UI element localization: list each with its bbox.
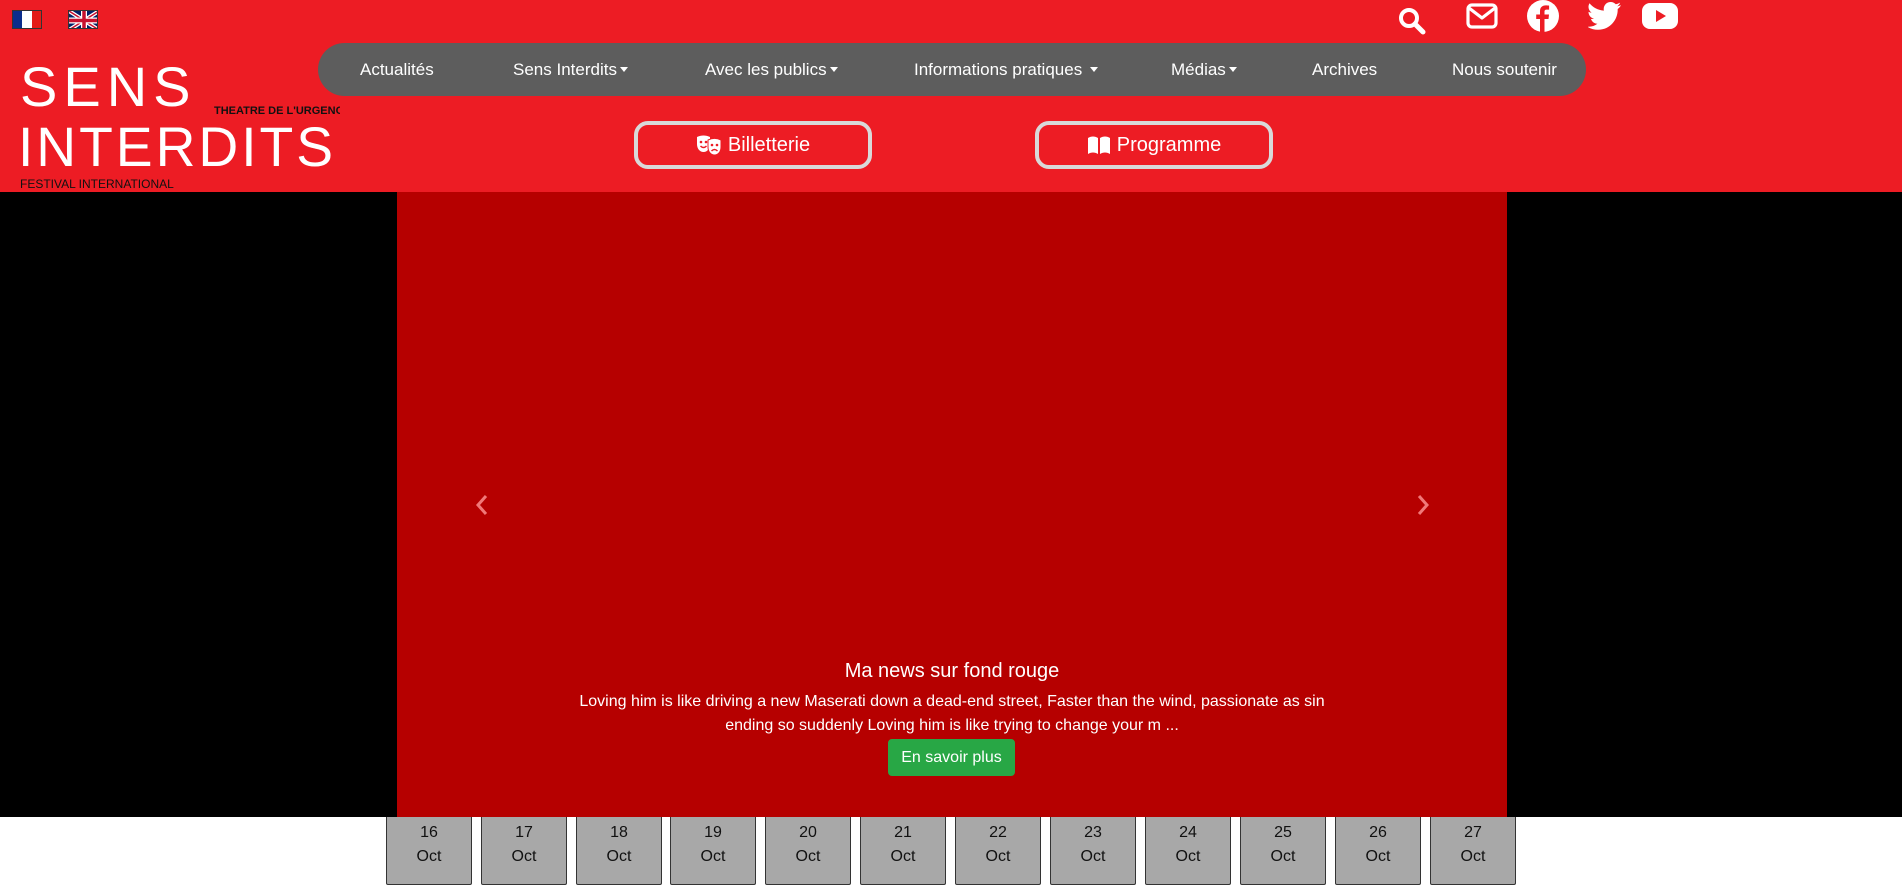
program-button[interactable]: Programme	[1035, 121, 1273, 169]
youtube-icon[interactable]	[1642, 2, 1678, 35]
program-button-label: Programme	[1116, 133, 1222, 156]
facebook-icon[interactable]	[1527, 0, 1559, 37]
date-tab[interactable]: 19 Oct	[670, 817, 756, 885]
date-tab[interactable]: 24 Oct	[1145, 817, 1231, 885]
logo-subline: FESTIVAL INTERNATIONAL	[20, 177, 174, 190]
caret-down-icon	[1089, 67, 1098, 72]
site-logo[interactable]: SENS THEATRE DE L'URGENCE INTERDITS FEST…	[18, 55, 351, 191]
date-tab[interactable]: 22 Oct	[955, 817, 1041, 885]
caret-down-icon	[1228, 67, 1237, 72]
search-icon[interactable]	[1397, 6, 1427, 41]
main-nav: Actualités Sens Interdits Avec les publi…	[318, 43, 1586, 96]
caret-down-icon	[619, 67, 628, 72]
nav-item-medias[interactable]: Médias	[1171, 43, 1237, 96]
caret-down-icon	[829, 67, 838, 72]
date-tab[interactable]: 23 Oct	[1050, 817, 1136, 885]
tickets-button-label: Billetterie	[727, 133, 811, 156]
chevron-left-icon[interactable]	[470, 490, 494, 520]
date-tab[interactable]: 26 Oct	[1335, 817, 1421, 885]
date-tab[interactable]: 17 Oct	[481, 817, 567, 885]
nav-item-actualites[interactable]: Actualités	[360, 43, 434, 96]
read-more-button[interactable]: En savoir plus	[888, 739, 1015, 776]
nav-item-nous-soutenir[interactable]: Nous soutenir	[1452, 43, 1557, 96]
date-tab[interactable]: 27 Oct	[1430, 817, 1516, 885]
nav-item-sens-interdits[interactable]: Sens Interdits	[513, 43, 628, 96]
nav-item-informations-pratiques[interactable]: Informations pratiques	[914, 43, 1098, 96]
envelope-icon[interactable]	[1466, 2, 1498, 35]
date-tab[interactable]: 20 Oct	[765, 817, 851, 885]
site-header: SENS THEATRE DE L'URGENCE INTERDITS FEST…	[0, 0, 1902, 192]
theater-masks-icon	[696, 135, 722, 155]
nav-item-archives[interactable]: Archives	[1312, 43, 1377, 96]
tickets-button[interactable]: Billetterie	[634, 121, 872, 169]
flag-uk-icon[interactable]	[68, 10, 98, 29]
logo-line2: INTERDITS	[18, 115, 336, 178]
logo-line1: SENS	[20, 62, 197, 118]
carousel-title: Ma news sur fond rouge	[844, 660, 1060, 682]
twitter-icon[interactable]	[1587, 2, 1622, 35]
date-tab[interactable]: 16 Oct	[386, 817, 472, 885]
date-tab[interactable]: 21 Oct	[860, 817, 946, 885]
book-open-icon	[1087, 135, 1111, 155]
flag-fr-icon[interactable]	[12, 10, 42, 29]
carousel-text: Loving him is like driving a new Maserat…	[579, 693, 1325, 734]
chevron-right-icon[interactable]	[1411, 490, 1435, 520]
date-tab[interactable]: 25 Oct	[1240, 817, 1326, 885]
nav-item-avec-les-publics[interactable]: Avec les publics	[705, 43, 838, 96]
date-tab[interactable]: 18 Oct	[576, 817, 662, 885]
